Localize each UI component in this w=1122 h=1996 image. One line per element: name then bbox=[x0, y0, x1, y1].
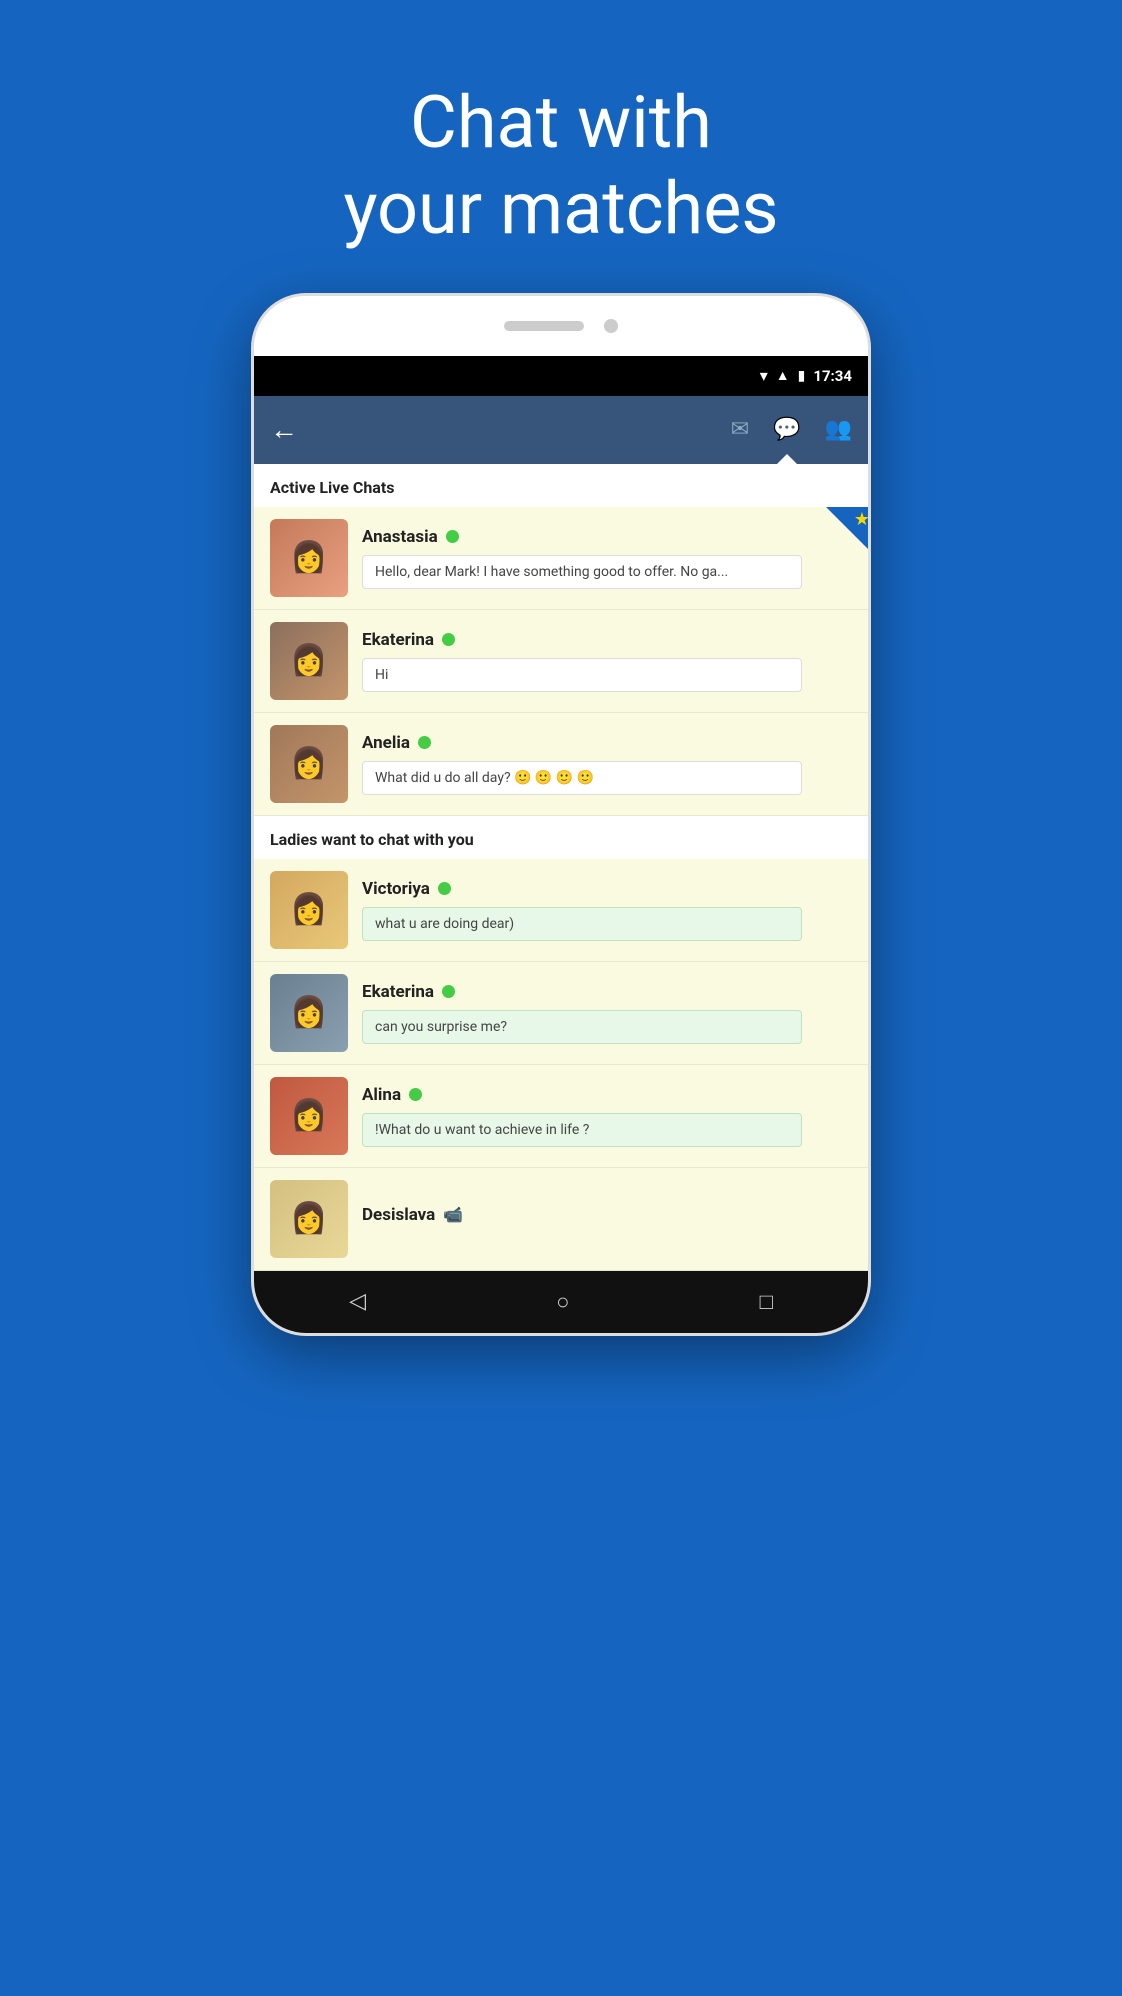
signal-icon: ▲ bbox=[776, 367, 790, 384]
hero-title-line1: Chat with bbox=[343, 80, 778, 166]
name-ekaterina2: Ekaterina bbox=[362, 982, 434, 1002]
chat-item-alina[interactable]: 👩 Alina !What do u want to achieve in li… bbox=[254, 1065, 868, 1168]
chat-info-anastasia: Anastasia Hello, dear Mark! I have somet… bbox=[362, 527, 852, 589]
avatar-anelia: 👩 bbox=[270, 725, 348, 803]
hero-title-line2: your matches bbox=[343, 166, 778, 252]
nav-recent-button[interactable]: □ bbox=[760, 1289, 773, 1315]
chat-item-ekaterina1[interactable]: 👩 Ekaterina Hi bbox=[254, 610, 868, 713]
preview-ekaterina2: can you surprise me? bbox=[362, 1010, 802, 1044]
chat-item-anelia[interactable]: 👩 Anelia What did u do all day? 🙂 🙂 🙂 🙂 bbox=[254, 713, 868, 816]
chat-item-anastasia[interactable]: 👩 Anastasia Hello, dear Mark! I have som… bbox=[254, 507, 868, 610]
avatar-ekaterina1-img: 👩 bbox=[270, 622, 348, 700]
chat-info-victoriya: Victoriya what u are doing dear) bbox=[362, 879, 852, 941]
name-victoriya: Victoriya bbox=[362, 879, 430, 899]
avatar-anastasia-img: 👩 bbox=[270, 519, 348, 597]
status-time: 17:34 bbox=[813, 367, 852, 385]
star-badge-anastasia bbox=[826, 507, 868, 549]
wifi-icon: ▾ bbox=[760, 366, 768, 385]
name-row-anelia: Anelia bbox=[362, 733, 852, 753]
phone-top bbox=[254, 296, 868, 356]
avatar-alina-img: 👩 bbox=[270, 1077, 348, 1155]
chat-icon[interactable]: 💬 bbox=[773, 417, 800, 442]
name-desislava: Desislava bbox=[362, 1205, 435, 1225]
preview-alina: !What do u want to achieve in life ? bbox=[362, 1113, 802, 1147]
online-dot-alina bbox=[409, 1088, 422, 1101]
nav-home-button[interactable]: ○ bbox=[556, 1289, 569, 1315]
name-anastasia: Anastasia bbox=[362, 527, 438, 547]
phone-frame: ▾ ▲ ▮ 17:34 ← ✉ 💬 👥 Active Live Chats 👩 … bbox=[251, 293, 871, 1336]
back-button[interactable]: ← bbox=[270, 413, 298, 446]
header-icons: ✉ 💬 👥 bbox=[731, 417, 852, 442]
chat-item-victoriya[interactable]: 👩 Victoriya what u are doing dear) bbox=[254, 859, 868, 962]
active-chats-header: Active Live Chats bbox=[254, 464, 868, 507]
avatar-anastasia: 👩 bbox=[270, 519, 348, 597]
chat-info-ekaterina1: Ekaterina Hi bbox=[362, 630, 852, 692]
nav-back-button[interactable]: ◁ bbox=[349, 1289, 366, 1314]
preview-victoriya: what u are doing dear) bbox=[362, 907, 802, 941]
avatar-victoriya-img: 👩 bbox=[270, 871, 348, 949]
online-dot-victoriya bbox=[438, 882, 451, 895]
avatar-alina: 👩 bbox=[270, 1077, 348, 1155]
name-row-victoriya: Victoriya bbox=[362, 879, 852, 899]
avatar-ekaterina2: 👩 bbox=[270, 974, 348, 1052]
name-anelia: Anelia bbox=[362, 733, 410, 753]
phone-camera bbox=[604, 319, 618, 333]
chat-item-desislava[interactable]: 👩 Desislava 📹 bbox=[254, 1168, 868, 1271]
video-icon-desislava: 📹 bbox=[443, 1205, 463, 1224]
phone-nav: ◁ ○ □ bbox=[254, 1271, 868, 1333]
avatar-ekaterina2-img: 👩 bbox=[270, 974, 348, 1052]
status-bar: ▾ ▲ ▮ 17:34 bbox=[254, 356, 868, 396]
chat-info-anelia: Anelia What did u do all day? 🙂 🙂 🙂 🙂 bbox=[362, 733, 852, 795]
chat-info-ekaterina2: Ekaterina can you surprise me? bbox=[362, 982, 852, 1044]
app-header: ← ✉ 💬 👥 bbox=[254, 396, 868, 464]
phone-speaker bbox=[504, 321, 584, 331]
avatar-ekaterina1: 👩 bbox=[270, 622, 348, 700]
name-row-desislava: Desislava 📹 bbox=[362, 1205, 852, 1225]
chat-info-alina: Alina !What do u want to achieve in life… bbox=[362, 1085, 852, 1147]
preview-anastasia: Hello, dear Mark! I have something good … bbox=[362, 555, 802, 589]
hero-section: Chat with your matches bbox=[343, 80, 778, 253]
name-alina: Alina bbox=[362, 1085, 401, 1105]
chat-item-ekaterina2[interactable]: 👩 Ekaterina can you surprise me? bbox=[254, 962, 868, 1065]
contacts-icon[interactable]: 👥 bbox=[825, 417, 852, 442]
name-row-ekaterina2: Ekaterina bbox=[362, 982, 852, 1002]
preview-anelia: What did u do all day? 🙂 🙂 🙂 🙂 bbox=[362, 761, 802, 795]
avatar-desislava: 👩 bbox=[270, 1180, 348, 1258]
name-ekaterina1: Ekaterina bbox=[362, 630, 434, 650]
mail-icon[interactable]: ✉ bbox=[731, 417, 749, 442]
online-dot-ekaterina1 bbox=[442, 633, 455, 646]
online-dot-anastasia bbox=[446, 530, 459, 543]
online-dot-anelia bbox=[418, 736, 431, 749]
chat-info-desislava: Desislava 📹 bbox=[362, 1205, 852, 1233]
avatar-desislava-img: 👩 bbox=[270, 1180, 348, 1258]
battery-icon: ▮ bbox=[798, 368, 806, 384]
online-dot-ekaterina2 bbox=[442, 985, 455, 998]
avatar-victoriya: 👩 bbox=[270, 871, 348, 949]
avatar-anelia-img: 👩 bbox=[270, 725, 348, 803]
ladies-section-header: Ladies want to chat with you bbox=[254, 816, 868, 859]
name-row-anastasia: Anastasia bbox=[362, 527, 852, 547]
chat-list: Active Live Chats 👩 Anastasia Hello, dea… bbox=[254, 464, 868, 1271]
name-row-alina: Alina bbox=[362, 1085, 852, 1105]
preview-ekaterina1: Hi bbox=[362, 658, 802, 692]
name-row-ekaterina1: Ekaterina bbox=[362, 630, 852, 650]
